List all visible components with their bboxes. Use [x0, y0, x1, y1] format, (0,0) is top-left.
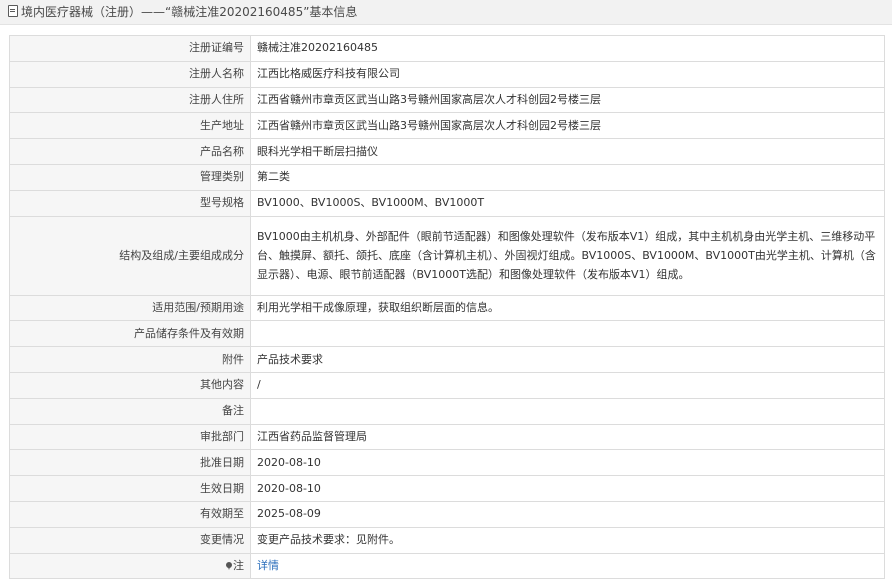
table-row: 管理类别 第二类	[9, 163, 885, 191]
table-row: 产品储存条件及有效期	[9, 320, 885, 348]
row-label-registrant-address: 注册人住所	[9, 86, 251, 114]
details-link[interactable]: 详情	[257, 559, 279, 572]
pin-icon	[226, 561, 232, 570]
row-label-other-content: 其他内容	[9, 371, 251, 399]
row-value-intended-use: 利用光学相干成像原理，获取组织断层面的信息。	[250, 294, 885, 322]
row-value-other-content: /	[250, 371, 885, 399]
row-label-model-spec: 型号规格	[9, 189, 251, 217]
basic-info-table: 注册证编号 赣械注准20202160485 注册人名称 江西比格威医疗科技有限公…	[9, 35, 885, 579]
table-row: 生产地址 江西省赣州市章贡区武当山路3号赣州国家高层次人才科创园2号楼三层	[9, 112, 885, 140]
table-row: 变更情况 变更产品技术要求：见附件。	[9, 526, 885, 554]
row-label-remarks: 备注	[9, 397, 251, 425]
table-row: 其他内容 /	[9, 371, 885, 399]
row-label-registrant-name: 注册人名称	[9, 60, 251, 88]
document-icon	[8, 5, 18, 17]
table-row: 注册人名称 江西比格威医疗科技有限公司	[9, 60, 885, 88]
row-value-registrant-name: 江西比格威医疗科技有限公司	[250, 60, 885, 88]
row-label-management-category: 管理类别	[9, 163, 251, 191]
row-value-approval-date: 2020-08-10	[250, 449, 885, 477]
table-row: 型号规格 BV1000、BV1000S、BV1000M、BV1000T	[9, 189, 885, 217]
row-value-production-address: 江西省赣州市章贡区武当山路3号赣州国家高层次人才科创园2号楼三层	[250, 112, 885, 140]
row-label-registration-no: 注册证编号	[9, 35, 251, 62]
row-value-registration-no: 赣械注准20202160485	[250, 35, 885, 62]
row-value-valid-until: 2025-08-09	[250, 500, 885, 528]
row-label-attachment: 附件	[9, 346, 251, 373]
row-label-change-status: 变更情况	[9, 526, 251, 554]
table-row: 产品名称 眼科光学相干断层扫描仪	[9, 138, 885, 165]
row-value-attachment: 产品技术要求	[250, 346, 885, 373]
note-label-text: 注	[233, 558, 244, 572]
row-label-intended-use: 适用范围/预期用途	[9, 294, 251, 322]
table-row: 结构及组成/主要组成成分 BV1000由主机机身、外部配件（眼前节适配器）和图像…	[9, 215, 885, 296]
row-value-model-spec: BV1000、BV1000S、BV1000M、BV1000T	[250, 189, 885, 217]
table-row: 批准日期 2020-08-10	[9, 449, 885, 477]
page-title: 境内医疗器械（注册）——“赣械注准20202160485”基本信息	[21, 5, 358, 19]
row-value-registrant-address: 江西省赣州市章贡区武当山路3号赣州国家高层次人才科创园2号楼三层	[250, 86, 885, 114]
row-value-storage-validity	[250, 320, 885, 348]
row-label-structure-composition: 结构及组成/主要组成成分	[9, 215, 251, 296]
row-value-structure-composition: BV1000由主机机身、外部配件（眼前节适配器）和图像处理软件（发布版本V1）组…	[250, 215, 885, 296]
row-label-approval-department: 审批部门	[9, 423, 251, 451]
row-label-product-name: 产品名称	[9, 138, 251, 165]
row-value-effective-date: 2020-08-10	[250, 475, 885, 502]
row-label-production-address: 生产地址	[9, 112, 251, 140]
table-row: 附件 产品技术要求	[9, 346, 885, 373]
row-label-valid-until: 有效期至	[9, 500, 251, 528]
page-header: 境内医疗器械（注册）——“赣械注准20202160485”基本信息	[0, 0, 892, 25]
table-row: 注册人住所 江西省赣州市章贡区武当山路3号赣州国家高层次人才科创园2号楼三层	[9, 86, 885, 114]
row-value-approval-department: 江西省药品监督管理局	[250, 423, 885, 451]
row-label-effective-date: 生效日期	[9, 475, 251, 502]
row-label-storage-validity: 产品储存条件及有效期	[9, 320, 251, 348]
row-label-approval-date: 批准日期	[9, 449, 251, 477]
table-row: 生效日期 2020-08-10	[9, 475, 885, 502]
info-table-container: 注册证编号 赣械注准20202160485 注册人名称 江西比格威医疗科技有限公…	[9, 35, 885, 579]
table-row: 有效期至 2025-08-09	[9, 500, 885, 528]
table-row: 注册证编号 赣械注准20202160485	[9, 35, 885, 62]
row-value-product-name: 眼科光学相干断层扫描仪	[250, 138, 885, 165]
table-row: 备注	[9, 397, 885, 425]
table-row: 审批部门 江西省药品监督管理局	[9, 423, 885, 451]
table-row: 适用范围/预期用途 利用光学相干成像原理，获取组织断层面的信息。	[9, 294, 885, 322]
row-value-remarks	[250, 397, 885, 425]
row-value-change-status: 变更产品技术要求：见附件。	[250, 526, 885, 554]
row-value-management-category: 第二类	[250, 163, 885, 191]
